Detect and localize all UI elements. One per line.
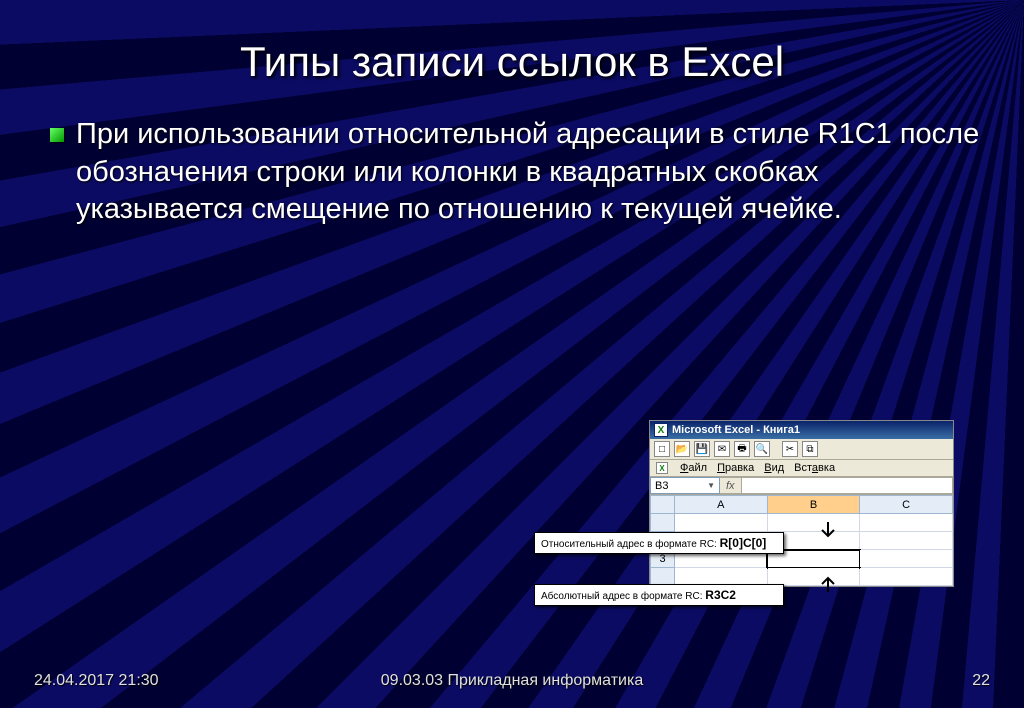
new-icon: □ [654, 441, 670, 457]
mail-icon: ✉ [714, 441, 730, 457]
bullet-item: При использовании относительной адресаци… [50, 116, 984, 229]
menu-insert: Вставка [794, 462, 835, 474]
excel-doc-icon: X [656, 462, 668, 474]
excel-app-icon: X [654, 423, 668, 437]
excel-window-title: Microsoft Excel - Книга1 [672, 424, 800, 436]
callout-absolute: Абсолютный адрес в формате RC: R3C2 [534, 584, 784, 606]
arrow-up-icon [816, 570, 840, 594]
slide-title: Типы записи ссылок в Excel [0, 0, 1024, 86]
arrow-down-icon [816, 520, 840, 544]
col-header-c: C [860, 496, 953, 514]
corner-header [651, 496, 675, 514]
bullet-icon [50, 128, 64, 142]
row-header-blank [651, 514, 675, 532]
formula-bar [742, 477, 953, 494]
footer-course: 09.03.03 Прикладная информатика [381, 672, 643, 690]
cell [860, 550, 953, 568]
cell [767, 514, 860, 532]
col-header-b: B [767, 496, 860, 514]
print-icon: 🖶 [734, 441, 750, 457]
preview-icon: 🔍 [754, 441, 770, 457]
dropdown-icon: ▼ [707, 481, 715, 490]
formula-bar-fx: fx [720, 477, 742, 494]
cell [860, 514, 953, 532]
cut-icon: ✂ [782, 441, 798, 457]
slide-footer: 24.04.2017 21:30 09.03.03 Прикладная инф… [0, 672, 1024, 690]
excel-titlebar: X Microsoft Excel - Книга1 [650, 421, 953, 439]
cell [675, 514, 768, 532]
excel-toolbar: □ 📂 💾 ✉ 🖶 🔍 ✂ ⧉ [650, 439, 953, 460]
excel-figure: X Microsoft Excel - Книга1 □ 📂 💾 ✉ 🖶 🔍 ✂… [649, 420, 954, 587]
cell [860, 568, 953, 586]
copy-icon: ⧉ [802, 441, 818, 457]
callout-relative: Относительный адрес в формате RC: R[0]C[… [534, 532, 784, 554]
col-header-a: A [675, 496, 768, 514]
name-box: B3 ▼ [650, 477, 720, 494]
cell [860, 532, 953, 550]
callout-absolute-value: R3C2 [705, 588, 736, 602]
save-icon: 💾 [694, 441, 710, 457]
footer-page: 22 [972, 672, 990, 690]
menu-file: Файл [680, 462, 707, 474]
menu-edit: Правка [717, 462, 754, 474]
excel-menubar: X Файл Правка Вид Вставка [650, 460, 953, 477]
menu-view: Вид [764, 462, 784, 474]
callout-relative-label: Относительный адрес в формате RC: [541, 539, 717, 550]
open-icon: 📂 [674, 441, 690, 457]
bullet-text: При использовании относительной адресаци… [76, 116, 984, 229]
footer-date: 24.04.2017 21:30 [34, 672, 159, 690]
callout-absolute-label: Абсолютный адрес в формате RC: [541, 591, 703, 602]
callout-relative-value: R[0]C[0] [720, 536, 767, 550]
